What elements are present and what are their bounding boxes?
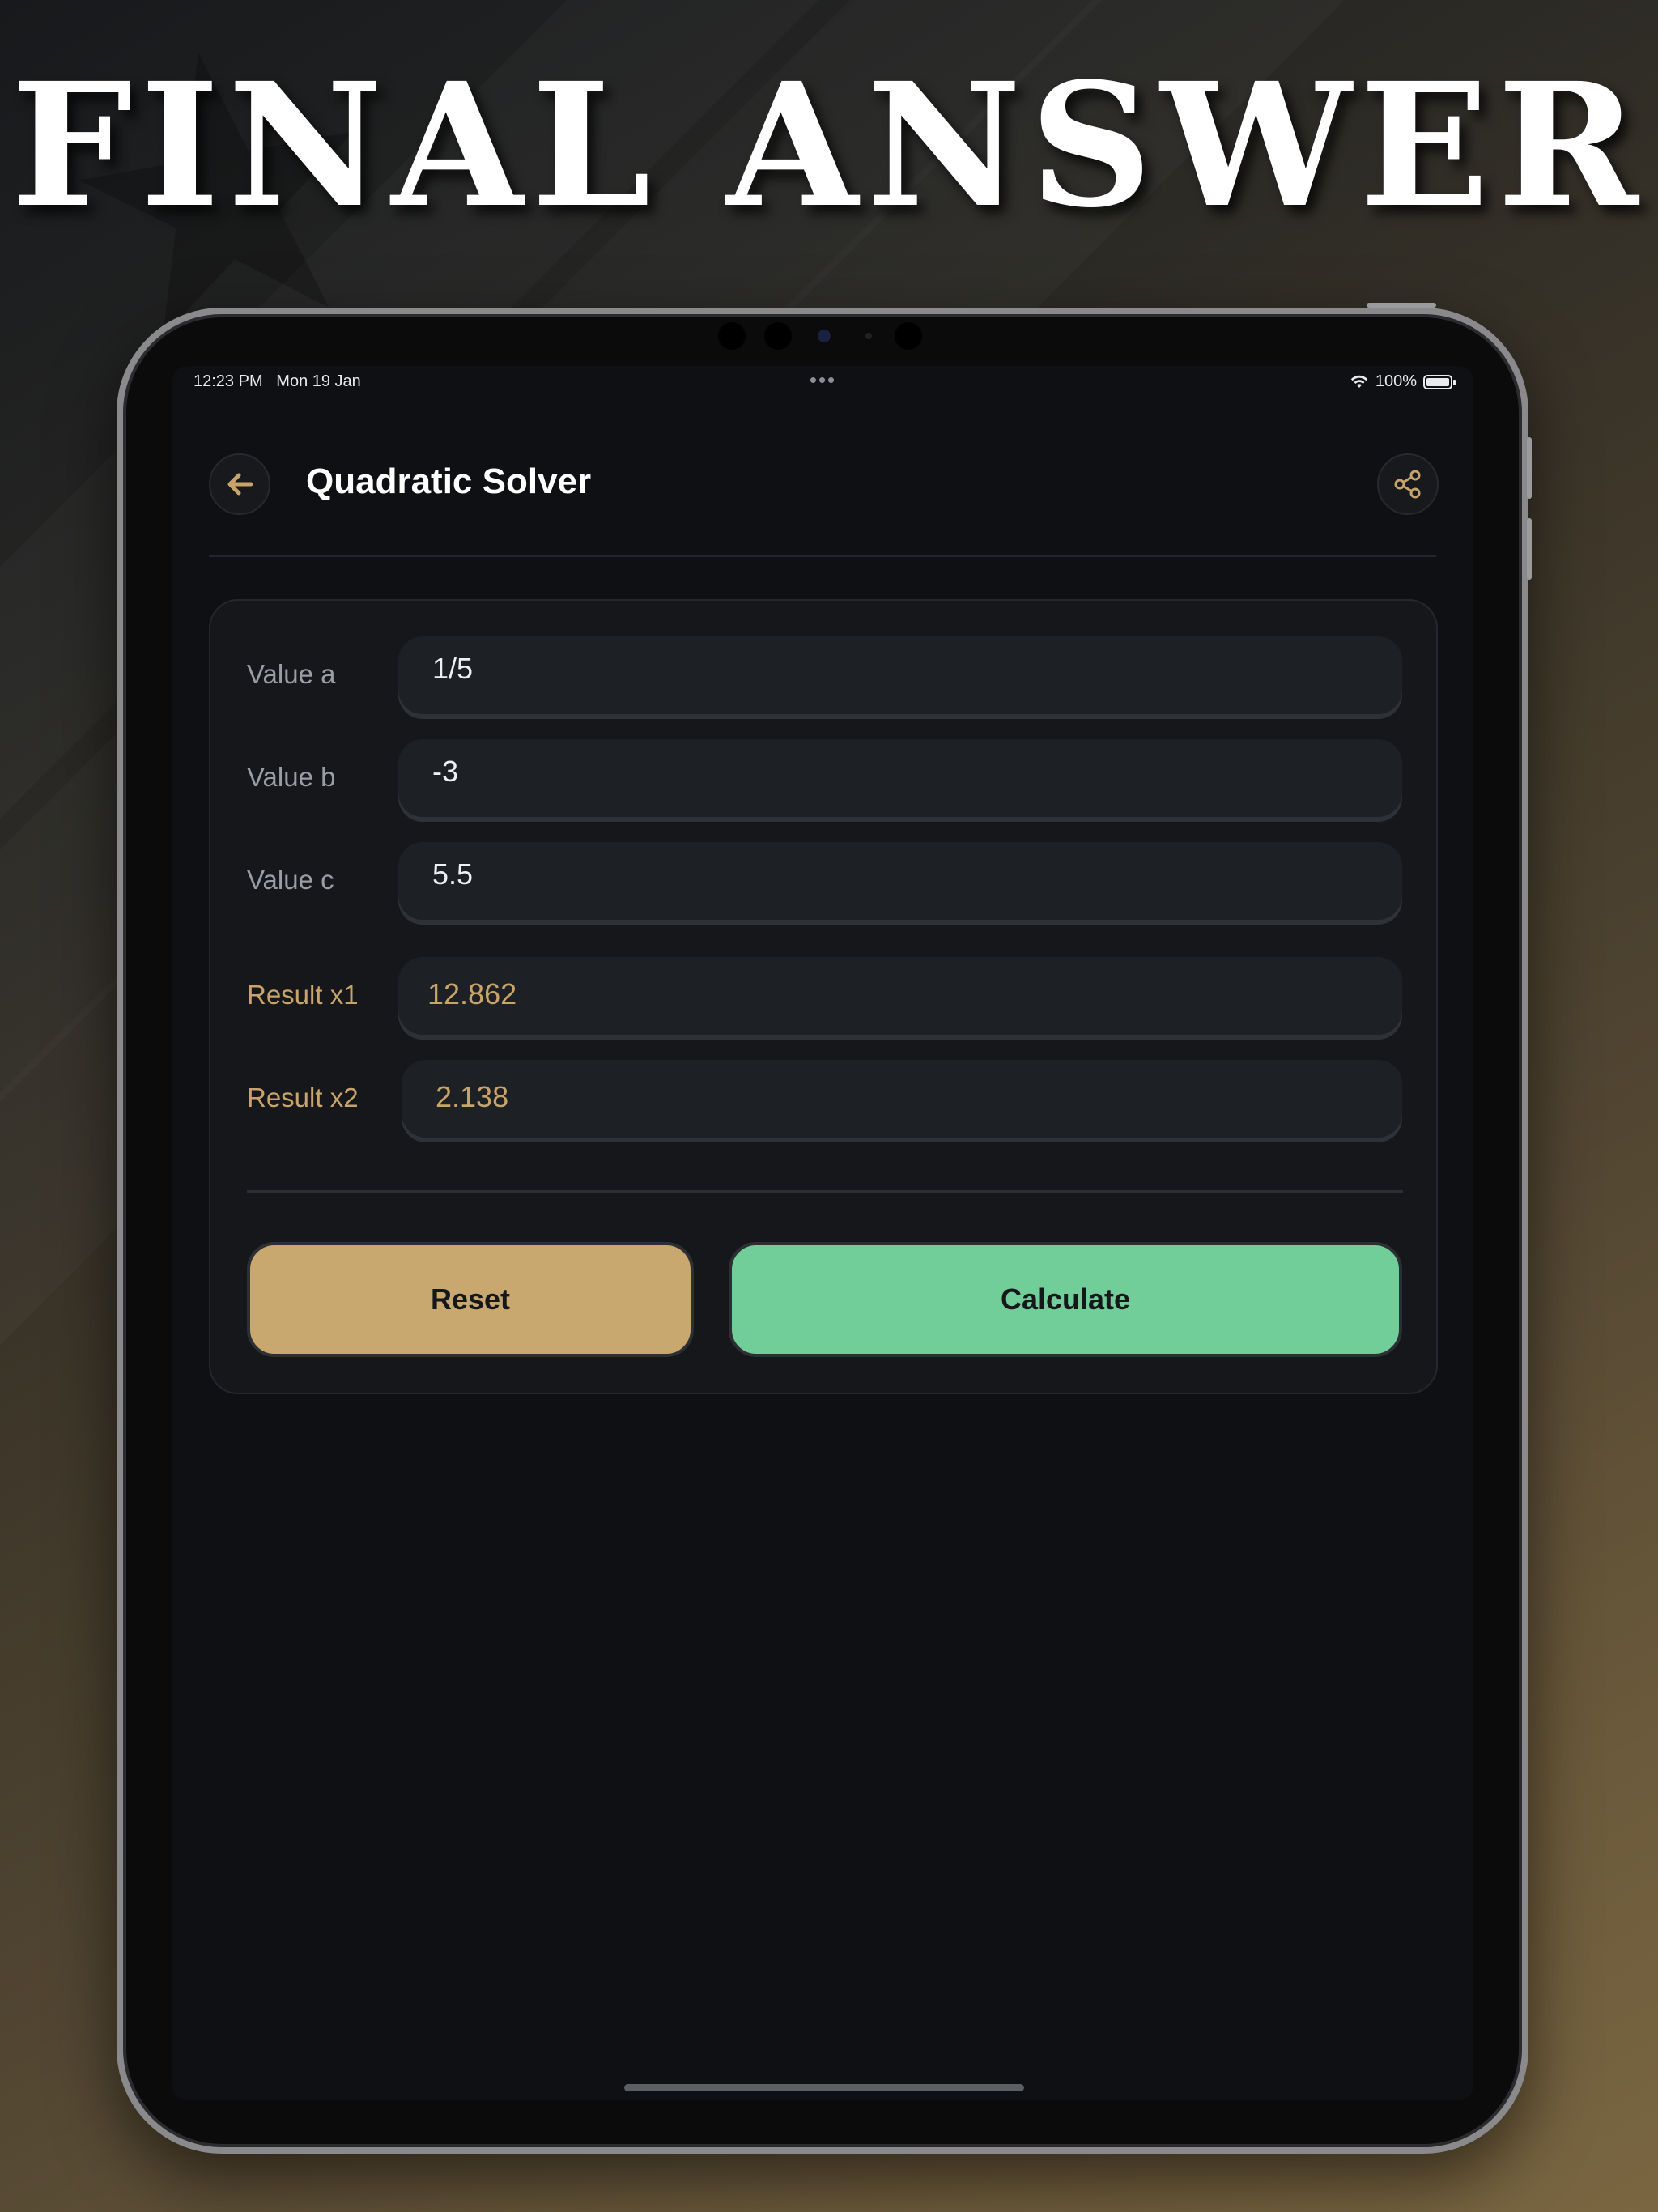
app-screen: 12:23 PM Mon 19 Jan ••• 100% Quadratic S… xyxy=(172,366,1473,2100)
label-result-x2: Result x2 xyxy=(247,1083,359,1112)
input-value-b[interactable]: -3 xyxy=(398,739,1402,817)
label-value-c: Value c xyxy=(247,865,334,895)
wifi-icon xyxy=(1350,375,1368,388)
card-divider xyxy=(247,1190,1403,1193)
label-result-x1: Result x1 xyxy=(247,980,359,1010)
status-bar: 12:23 PM Mon 19 Jan ••• 100% xyxy=(172,366,1473,398)
arrow-left-icon xyxy=(227,473,253,496)
input-value-c[interactable]: 5.5 xyxy=(398,842,1402,920)
calculate-button[interactable]: Calculate xyxy=(729,1242,1402,1357)
input-value-a[interactable]: 1/5 xyxy=(398,636,1402,714)
home-indicator[interactable] xyxy=(624,2084,1024,2091)
solver-card: Value a 1/5 Value b -3 Value c 5.5 Resul… xyxy=(209,599,1438,1394)
battery-percent: 100% xyxy=(1375,372,1417,390)
result-x1-field: 12.862 xyxy=(398,957,1402,1035)
headline: FINAL ANSWER xyxy=(11,45,1647,245)
battery-icon xyxy=(1423,374,1456,389)
share-button[interactable] xyxy=(1377,453,1439,515)
volume-up-button xyxy=(1527,437,1532,499)
back-button[interactable] xyxy=(209,453,270,515)
camera-housing xyxy=(0,322,1658,355)
appbar-divider xyxy=(209,555,1436,557)
volume-down-button xyxy=(1527,518,1532,580)
label-value-b: Value b xyxy=(247,762,336,792)
label-value-a: Value a xyxy=(247,659,336,689)
multitasking-dots-icon[interactable]: ••• xyxy=(172,369,1473,390)
page-title: Quadratic Solver xyxy=(306,462,592,501)
result-x2-field: 2.138 xyxy=(402,1060,1402,1138)
share-icon xyxy=(1394,470,1421,499)
top-button xyxy=(1367,303,1436,308)
reset-button[interactable]: Reset xyxy=(247,1242,694,1357)
